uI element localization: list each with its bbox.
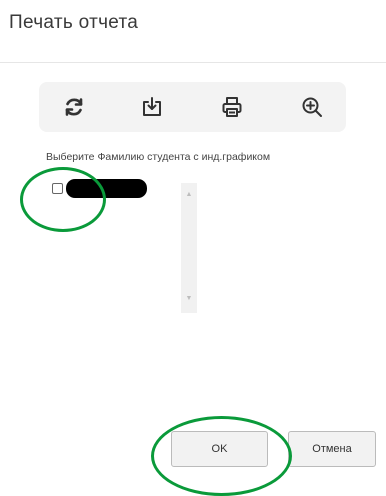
scroll-up-arrow-icon[interactable]: ▲	[181, 188, 197, 200]
download-icon	[143, 97, 161, 116]
redacted-student-name	[66, 179, 147, 198]
student-checkbox[interactable]	[52, 183, 63, 194]
print-button[interactable]	[217, 92, 247, 122]
download-button[interactable]	[137, 92, 167, 122]
zoom-in-button[interactable]	[297, 92, 327, 122]
cancel-button[interactable]: Отмена	[288, 431, 376, 467]
print-icon	[222, 97, 242, 117]
report-toolbar	[39, 82, 346, 132]
ok-button[interactable]: OK	[171, 431, 268, 467]
refresh-icon	[65, 98, 83, 116]
title-divider	[0, 62, 386, 63]
dialog-title: Печать отчета	[9, 12, 139, 33]
student-list-scrollbar[interactable]: ▲ ▼	[181, 183, 197, 313]
zoom-in-icon	[302, 97, 322, 117]
scroll-down-arrow-icon[interactable]: ▼	[181, 292, 197, 304]
annotation-circle-checkbox	[20, 167, 106, 232]
student-select-instruction: Выберите Фамилию студента с инд.графиком	[46, 151, 271, 163]
refresh-button[interactable]	[59, 92, 89, 122]
